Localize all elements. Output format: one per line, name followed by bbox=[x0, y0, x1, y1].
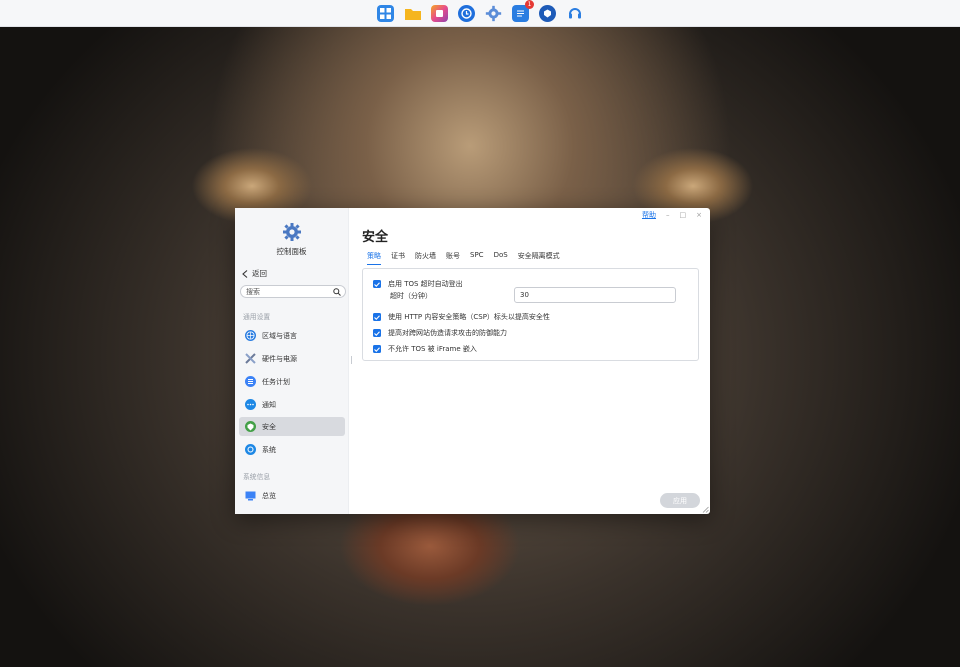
back-link[interactable]: 返回 bbox=[242, 268, 267, 279]
csp-checkbox[interactable] bbox=[373, 313, 381, 321]
control-panel-window: 控制面板 返回 通用设置 区域与语言 硬件与电源 任 bbox=[235, 208, 710, 514]
tab-policy[interactable]: 策略 bbox=[367, 251, 381, 265]
iframe-label: 不允许 TOS 被 iFrame 嵌入 bbox=[388, 345, 477, 353]
monitor-icon bbox=[245, 490, 256, 501]
media-icon[interactable] bbox=[431, 4, 448, 22]
page-title: 安全 bbox=[362, 230, 389, 245]
settings-icon[interactable] bbox=[485, 5, 502, 22]
checkmark-icon bbox=[374, 346, 380, 352]
checkmark-icon bbox=[374, 330, 380, 336]
sidebar-item-notification[interactable]: 通知 bbox=[239, 395, 345, 414]
sidebar-item-label: 安全 bbox=[262, 422, 276, 431]
resize-handle-icon[interactable] bbox=[702, 506, 709, 513]
option-csrf: 提高对跨网站伪造请求攻击的防御能力 bbox=[373, 328, 507, 338]
window-controls: 帮助 – □ × bbox=[642, 210, 702, 220]
back-label: 返回 bbox=[252, 269, 267, 278]
sidebar-item-label: 区域与语言 bbox=[262, 331, 297, 340]
timeout-logout-checkbox[interactable] bbox=[373, 280, 381, 288]
csrf-checkbox[interactable] bbox=[373, 329, 381, 337]
chevron-left-icon bbox=[242, 269, 248, 278]
close-button[interactable]: × bbox=[696, 211, 702, 219]
taskbar: 1 bbox=[0, 0, 960, 27]
help-link[interactable]: 帮助 bbox=[642, 210, 656, 220]
sidebar-item-label: 通知 bbox=[262, 400, 276, 409]
apply-button[interactable]: 应用 bbox=[660, 493, 700, 508]
tab-account[interactable]: 账号 bbox=[446, 251, 460, 265]
sidebar: 控制面板 返回 通用设置 区域与语言 硬件与电源 任 bbox=[235, 208, 349, 514]
sidebar-divider bbox=[351, 356, 352, 364]
search-icon[interactable] bbox=[333, 288, 341, 296]
shield-app-icon[interactable] bbox=[539, 4, 556, 22]
folder-icon[interactable] bbox=[404, 5, 421, 22]
timeout-logout-label: 启用 TOS 超时自动登出 bbox=[388, 280, 463, 288]
gear-icon bbox=[282, 222, 302, 242]
policy-panel: 启用 TOS 超时自动登出 超时（分钟） 使用 HTTP 内容安全策略（CSP）… bbox=[362, 268, 699, 361]
checkmark-icon bbox=[374, 314, 380, 320]
apps-icon[interactable] bbox=[377, 4, 394, 22]
clock-icon[interactable] bbox=[458, 4, 475, 22]
maximize-button[interactable]: □ bbox=[680, 211, 687, 219]
timeout-minutes-label: 超时（分钟） bbox=[390, 292, 432, 300]
app-title: 控制面板 bbox=[276, 247, 307, 256]
sidebar-item-overview[interactable]: 总览 bbox=[239, 486, 345, 505]
globe-icon bbox=[245, 330, 256, 341]
chat-bubble-icon bbox=[245, 399, 256, 410]
search-box bbox=[240, 285, 346, 298]
csp-label: 使用 HTTP 内容安全策略（CSP）标头以提高安全性 bbox=[388, 313, 550, 321]
sidebar-item-region-language[interactable]: 区域与语言 bbox=[239, 326, 345, 345]
sidebar-item-task-scheduler[interactable]: 任务计划 bbox=[239, 372, 345, 391]
minimize-button[interactable]: – bbox=[666, 211, 670, 219]
checkmark-icon bbox=[374, 281, 380, 287]
csrf-label: 提高对跨网站伪造请求攻击的防御能力 bbox=[388, 329, 507, 337]
sidebar-item-system[interactable]: 系统 bbox=[239, 440, 345, 459]
sidebar-item-label: 硬件与电源 bbox=[262, 354, 297, 363]
sidebar-item-label: 任务计划 bbox=[262, 377, 290, 386]
tab-safe-mode[interactable]: 安全隔离模式 bbox=[518, 251, 560, 265]
task-list-icon bbox=[245, 376, 256, 387]
timeout-minutes-input[interactable] bbox=[514, 287, 676, 303]
main-content: 帮助 – □ × 安全 策略 证书 防火墙 账号 SPC DoS 安全隔离模式 … bbox=[349, 208, 710, 514]
section-general-label: 通用设置 bbox=[243, 313, 271, 321]
tab-dos[interactable]: DoS bbox=[494, 251, 508, 265]
search-input[interactable] bbox=[241, 287, 334, 296]
section-info-label: 系统信息 bbox=[243, 473, 271, 481]
option-iframe: 不允许 TOS 被 iFrame 嵌入 bbox=[373, 344, 477, 354]
system-icon bbox=[245, 444, 256, 455]
sidebar-item-hardware-power[interactable]: 硬件与电源 bbox=[239, 349, 345, 368]
sidebar-item-label: 总览 bbox=[262, 491, 276, 500]
option-csp: 使用 HTTP 内容安全策略（CSP）标头以提高安全性 bbox=[373, 312, 550, 322]
sidebar-item-label: 系统 bbox=[262, 445, 276, 454]
iframe-checkbox[interactable] bbox=[373, 345, 381, 353]
tab-certificate[interactable]: 证书 bbox=[391, 251, 405, 265]
notification-badge: 1 bbox=[525, 0, 534, 9]
app-header: 控制面板 bbox=[235, 222, 348, 257]
sidebar-item-security[interactable]: 安全 bbox=[239, 417, 345, 436]
tab-firewall[interactable]: 防火墙 bbox=[415, 251, 436, 265]
option-timeout-logout: 启用 TOS 超时自动登出 bbox=[373, 279, 463, 289]
tools-icon bbox=[245, 353, 256, 364]
tab-bar: 策略 证书 防火墙 账号 SPC DoS 安全隔离模式 bbox=[367, 251, 560, 265]
tab-spc[interactable]: SPC bbox=[470, 251, 484, 265]
shield-icon bbox=[245, 421, 256, 432]
notes-icon[interactable]: 1 bbox=[512, 0, 534, 22]
support-icon[interactable] bbox=[566, 5, 583, 22]
